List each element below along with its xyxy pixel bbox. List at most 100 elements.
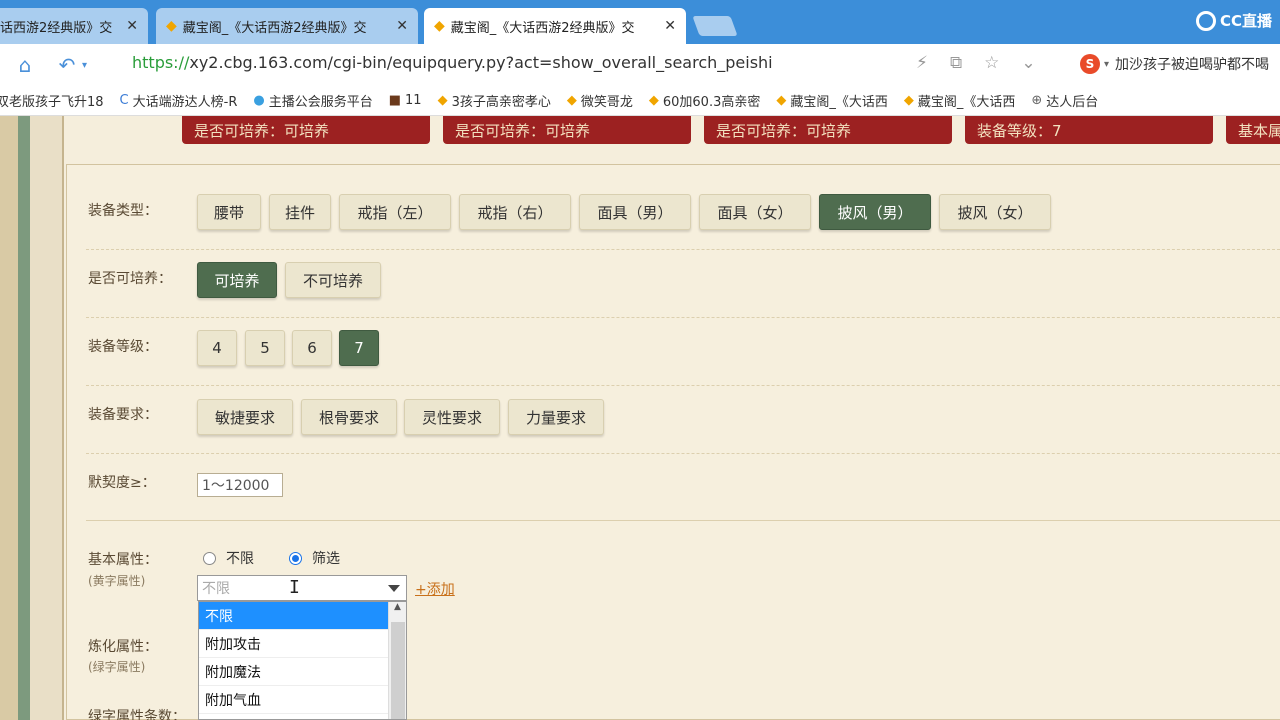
- cc-logo-icon: [1195, 10, 1216, 31]
- tacit-label: 默契度≥：: [88, 475, 156, 491]
- req-option-agility[interactable]: 敏捷要求: [197, 399, 293, 435]
- refine-attr-label: 炼化属性：: [88, 639, 158, 655]
- cbg-favicon-icon: ◆: [903, 93, 914, 108]
- trainable-option-no[interactable]: 不可培养: [285, 262, 381, 298]
- home-icon[interactable]: ⌂: [10, 53, 40, 77]
- close-icon[interactable]: ✕: [664, 18, 676, 34]
- cbg-favicon-icon: ◆: [437, 93, 448, 108]
- new-tab-button[interactable]: [692, 16, 738, 36]
- address-bar: ⌂ ↶ ▾ https://xy2.cbg.163.com/cgi-bin/eq…: [0, 44, 1280, 86]
- trainable-label: 是否可培养：: [88, 271, 172, 287]
- url-field[interactable]: https://xy2.cbg.163.com/cgi-bin/equipque…: [132, 53, 773, 72]
- sogou-icon: S: [1080, 54, 1100, 74]
- radio-dot-selected[interactable]: [289, 551, 302, 565]
- cbg-favicon-icon: ◆: [776, 93, 787, 108]
- lightning-icon[interactable]: ⚡: [916, 53, 928, 73]
- trainable-option-yes[interactable]: 可培养: [197, 262, 277, 298]
- dropdown-scrollbar[interactable]: ▲: [388, 602, 406, 719]
- bookmark-item[interactable]: ● 主播公会服务平台: [253, 91, 372, 110]
- add-attribute-link[interactable]: +添加: [415, 579, 455, 599]
- chevron-down-icon[interactable]: ⌄: [1021, 53, 1035, 73]
- req-option-strength[interactable]: 力量要求: [508, 399, 604, 435]
- filter-card[interactable]: 是否可培养：可培养: [704, 116, 952, 144]
- dropdown-item[interactable]: 附加气血: [199, 686, 388, 714]
- bookmark-item[interactable]: 双老版孩子飞升18: [0, 91, 104, 110]
- dropdown-item[interactable]: 不限: [199, 602, 388, 630]
- level-option-5[interactable]: 5: [245, 330, 285, 366]
- text-cursor-icon: I: [289, 577, 300, 598]
- type-option-cloak-male[interactable]: 披风（男）: [819, 194, 931, 230]
- star-icon[interactable]: ☆: [984, 53, 999, 73]
- browser-tab-3-active[interactable]: ◆ 藏宝阁_《大话西游2经典版》交 ✕: [424, 8, 686, 44]
- brand-text: CC直播: [1219, 12, 1272, 30]
- filter-card[interactable]: 基本属: [1226, 116, 1280, 144]
- type-option-mask-male[interactable]: 面具（男）: [579, 194, 691, 230]
- radio-unlimited[interactable]: 不限: [203, 548, 254, 568]
- news-text: 加沙孩子被迫喝驴都不喝: [1115, 57, 1270, 73]
- chevron-down-icon[interactable]: ▾: [1104, 59, 1109, 70]
- type-option-mask-female[interactable]: 面具（女）: [699, 194, 811, 230]
- undo-dropdown-icon[interactable]: ▾: [82, 60, 87, 71]
- level-option-4[interactable]: 4: [197, 330, 237, 366]
- browser-tab-2[interactable]: ◆ 藏宝阁_《大话西游2经典版》交 ✕: [156, 8, 418, 44]
- bookmark-item[interactable]: ■ 11: [389, 93, 422, 108]
- bookmark-item[interactable]: ⊕ 达人后台: [1031, 91, 1098, 110]
- share-icon[interactable]: ⧉: [950, 53, 962, 73]
- scroll-thumb[interactable]: [391, 622, 405, 719]
- base-attr-sublabel: (黄字属性): [88, 574, 146, 588]
- cbg-favicon-icon: ◆: [166, 18, 177, 34]
- green-attr-count-label: 绿字属性条数：: [88, 709, 186, 720]
- globe-icon: ⊕: [1031, 93, 1043, 108]
- url-rest: xy2.cbg.163.com/cgi-bin/equipquery.py?ac…: [189, 53, 773, 72]
- tacit-range-input[interactable]: 1～12000: [197, 473, 283, 497]
- radio-filter[interactable]: 筛选: [289, 548, 340, 568]
- bookmark-item[interactable]: ◆ 60加60.3高亲密: [649, 91, 761, 110]
- divider: [86, 249, 1280, 250]
- type-option-ring-right[interactable]: 戒指（右）: [459, 194, 571, 230]
- scroll-up-icon[interactable]: ▲: [389, 602, 406, 618]
- base-attr-label: 基本属性：: [88, 552, 158, 568]
- base-attr-dropdown[interactable]: 不限 附加攻击 附加魔法 附加气血 ▲: [198, 601, 407, 720]
- news-ticker[interactable]: S ▾ 加沙孩子被迫喝驴都不喝: [1080, 54, 1269, 74]
- bookmark-item[interactable]: ◆ 藏宝阁_《大话西: [904, 91, 1016, 110]
- divider: [86, 453, 1280, 454]
- close-icon[interactable]: ✕: [396, 18, 408, 34]
- browser-tab-bar: 话西游2经典版》交 ✕ ◆ 藏宝阁_《大话西游2经典版》交 ✕ ◆ 藏宝阁_《大…: [0, 0, 1280, 44]
- cbg-favicon-icon: ◆: [566, 93, 577, 108]
- type-option-ring-left[interactable]: 戒指（左）: [339, 194, 451, 230]
- dropdown-item[interactable]: 附加攻击: [199, 630, 388, 658]
- globe-face-icon: ●: [253, 93, 265, 108]
- level-option-7[interactable]: 7: [339, 330, 379, 366]
- cbg-favicon-icon: ◆: [648, 93, 659, 108]
- level-option-6[interactable]: 6: [292, 330, 332, 366]
- chevron-down-icon[interactable]: [388, 585, 400, 592]
- filter-card[interactable]: 是否可培养：可培养: [443, 116, 691, 144]
- tab-title: 藏宝阁_《大话西游2经典版》交: [450, 20, 635, 36]
- base-attr-select[interactable]: 不限: [197, 575, 407, 601]
- filter-card[interactable]: 是否可培养：可培养: [182, 116, 430, 144]
- req-option-constitution[interactable]: 根骨要求: [301, 399, 397, 435]
- bookmark-item[interactable]: ◆ 藏宝阁_《大话西: [776, 91, 888, 110]
- equip-requirement-label: 装备要求：: [88, 407, 158, 423]
- bookmark-item[interactable]: ◆ 3孩子高亲密孝心: [438, 91, 551, 110]
- c-logo-icon: C: [119, 93, 129, 108]
- bookmarks-bar: 双老版孩子飞升18 C 大话端游达人榜-R ● 主播公会服务平台 ■ 11 ◆ 3孩子高…: [0, 86, 1280, 116]
- undo-icon[interactable]: ↶: [52, 53, 82, 77]
- close-icon[interactable]: ✕: [126, 18, 138, 34]
- type-option-belt[interactable]: 腰带: [197, 194, 261, 230]
- url-scheme: https://: [132, 53, 190, 72]
- type-option-pendant[interactable]: 挂件: [269, 194, 331, 230]
- tab-title: 藏宝阁_《大话西游2经典版》交: [182, 20, 367, 36]
- bookmark-item[interactable]: ◆ 微笑哥龙: [567, 91, 633, 110]
- radio-dot[interactable]: [203, 551, 216, 565]
- bookmark-item[interactable]: C 大话端游达人榜-R: [120, 91, 238, 110]
- browser-tab-1[interactable]: 话西游2经典版》交 ✕: [0, 8, 148, 44]
- filter-card[interactable]: 装备等级：7: [965, 116, 1213, 144]
- game-icon: ■: [388, 93, 402, 108]
- type-option-cloak-female[interactable]: 披风（女）: [939, 194, 1051, 230]
- tab-title: 话西游2经典版》交: [0, 20, 113, 36]
- equip-level-label: 装备等级：: [88, 339, 158, 355]
- dropdown-item[interactable]: 附加魔法: [199, 658, 388, 686]
- page-side-decoration: [0, 116, 30, 720]
- req-option-spirit[interactable]: 灵性要求: [404, 399, 500, 435]
